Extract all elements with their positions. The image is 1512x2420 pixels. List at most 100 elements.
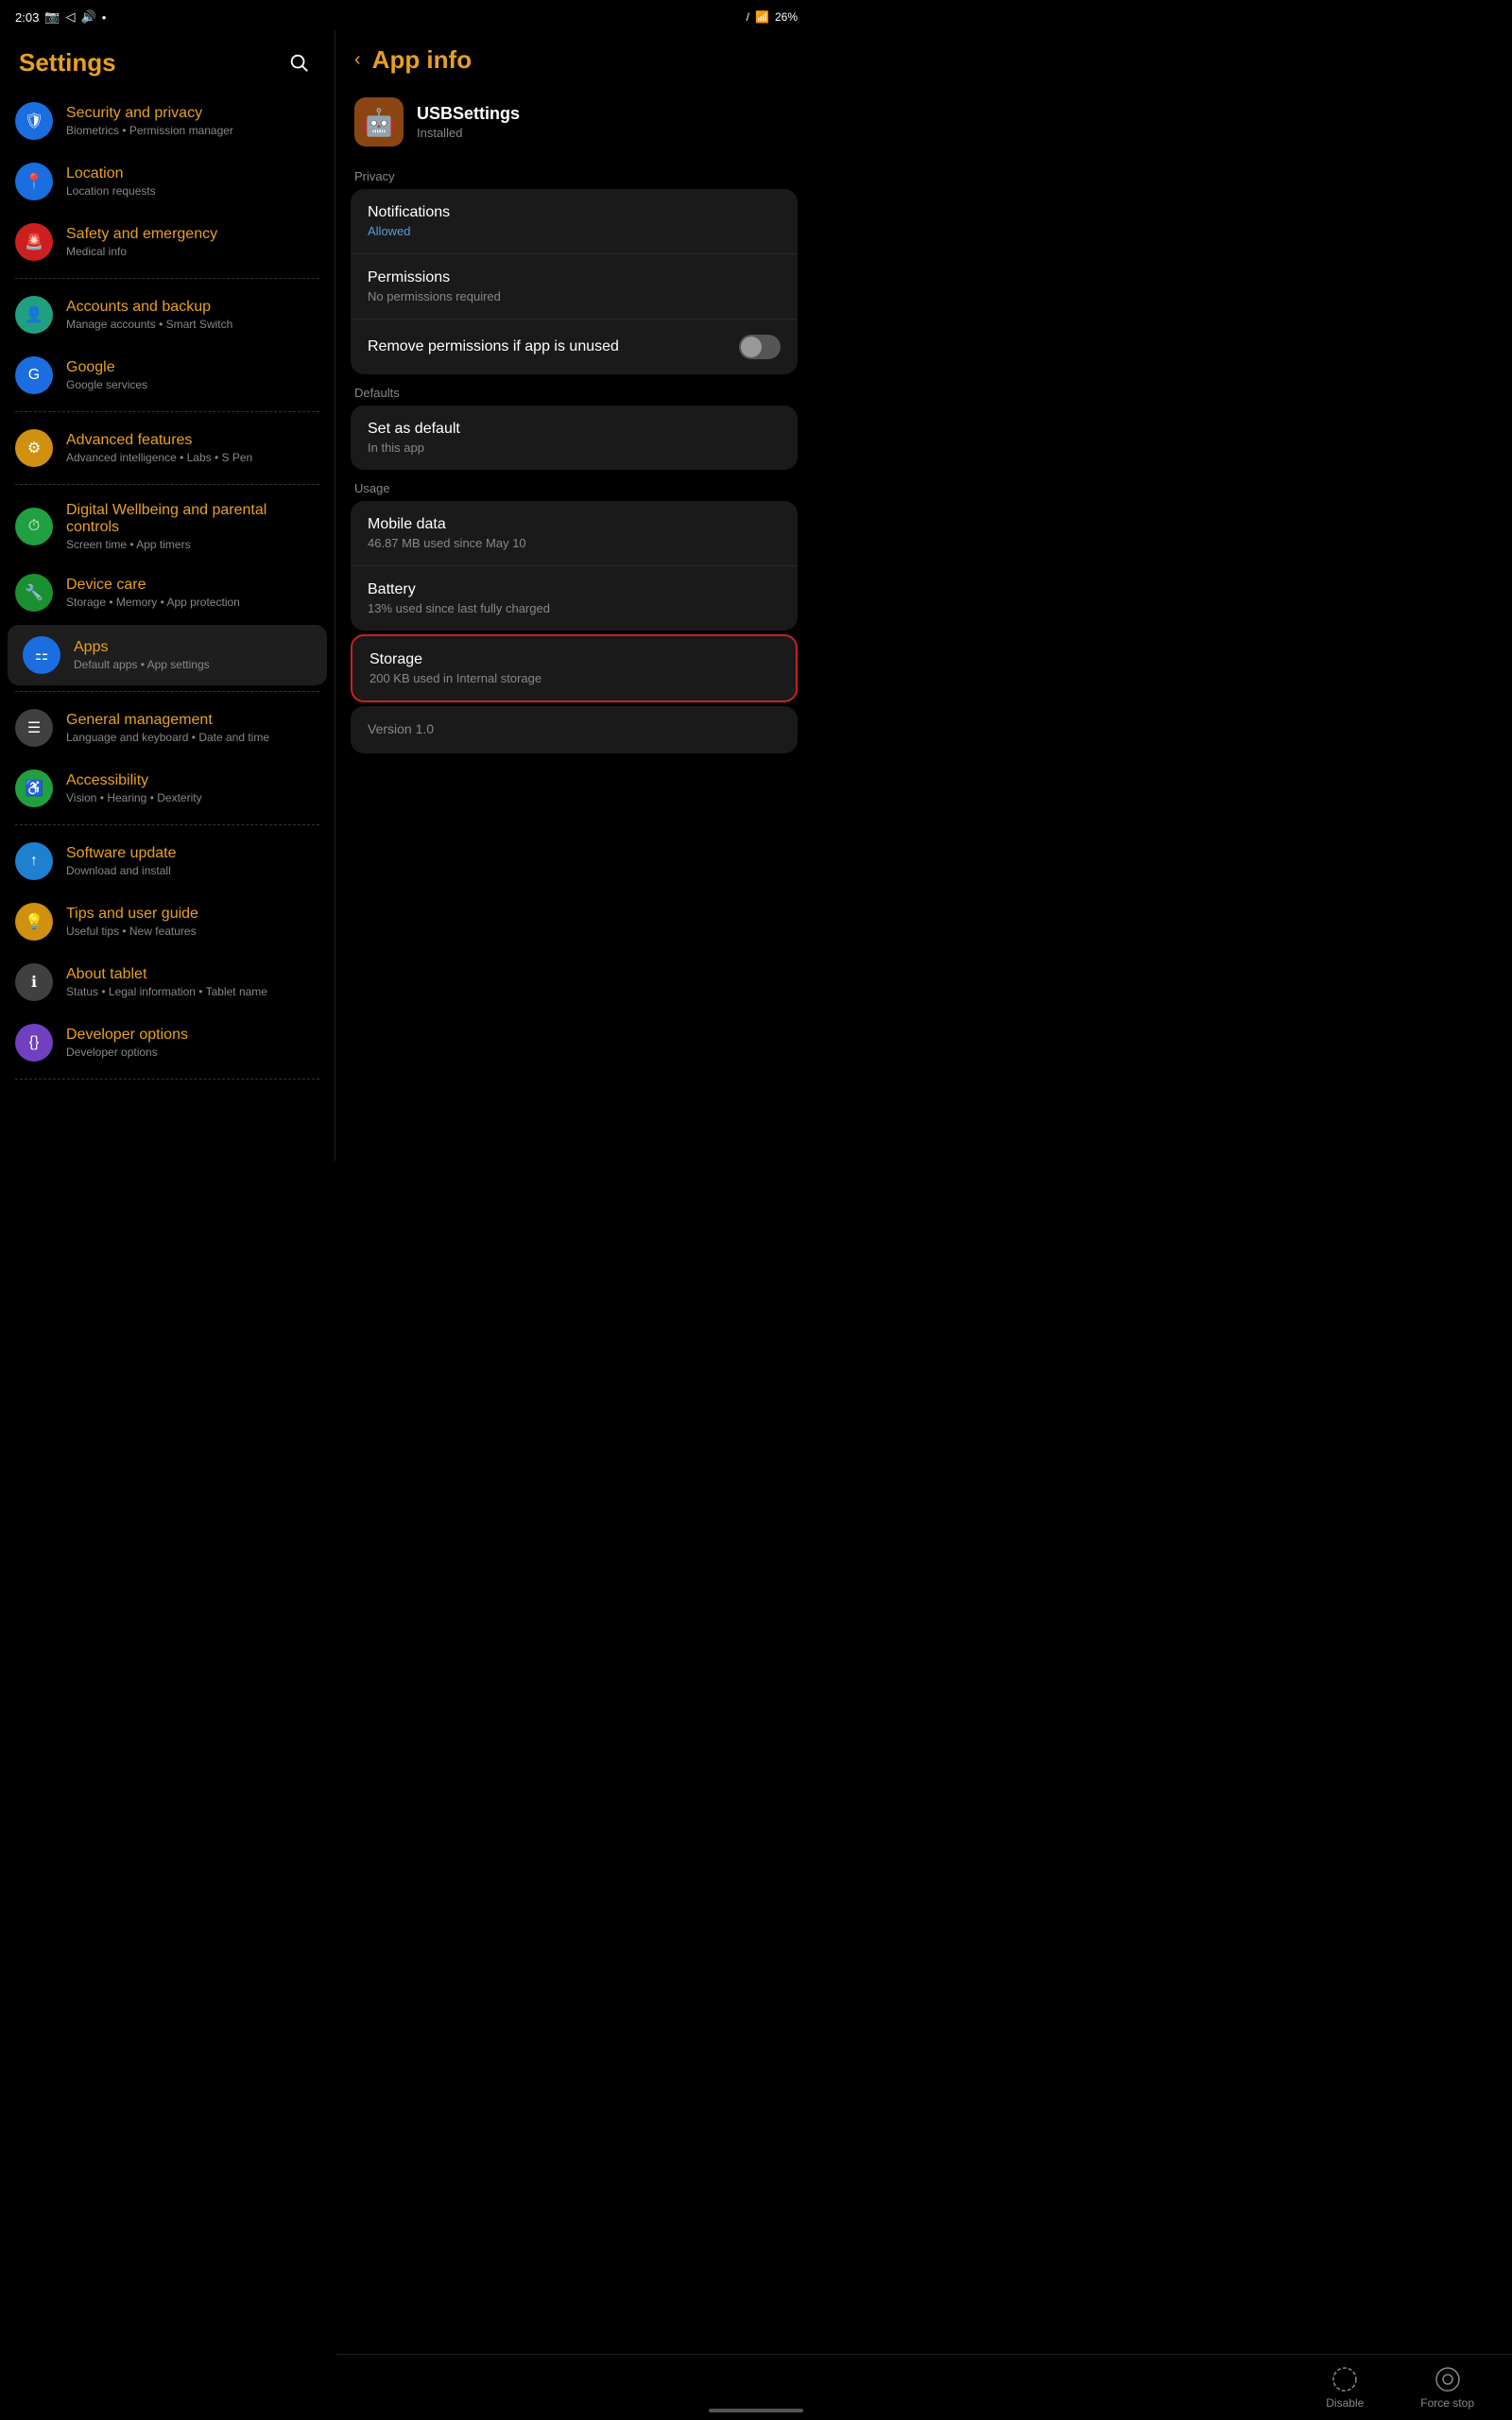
settings-icon-accessibility: ♿: [15, 769, 53, 807]
settings-item-text-location: Location Location requests: [66, 165, 319, 198]
defaults-card: Set as default In this app: [351, 406, 798, 470]
sidebar-item-accounts[interactable]: 👤 Accounts and backup Manage accounts • …: [0, 285, 335, 345]
sidebar-item-safety[interactable]: 🚨 Safety and emergency Medical info: [0, 212, 335, 272]
settings-item-title-google: Google: [66, 359, 319, 376]
battery-item[interactable]: Battery 13% used since last fully charge…: [351, 565, 798, 631]
app-name: USBSettings: [417, 104, 520, 124]
settings-item-title-wellbeing: Digital Wellbeing and parental controls: [66, 502, 319, 536]
storage-card[interactable]: Storage 200 KB used in Internal storage: [351, 634, 798, 702]
sidebar-item-developer[interactable]: {} Developer options Developer options: [0, 1012, 335, 1073]
sidebar-item-about[interactable]: ℹ About tablet Status • Legal informatio…: [0, 952, 335, 1012]
settings-icon-security: 🛡: [15, 102, 53, 140]
status-bar: 2:03 📷 ◁ 🔊 • / 📶 26%: [0, 0, 813, 30]
settings-item-subtitle-wellbeing: Screen time • App timers: [66, 538, 319, 551]
divider-after-developer: [15, 1079, 319, 1080]
settings-title: Settings: [19, 48, 116, 78]
settings-icon-about: ℹ: [15, 963, 53, 1001]
settings-icon-device-care: 🔧: [15, 574, 53, 612]
main-layout: Settings 🛡 Security and privacy Biometri…: [0, 30, 813, 1161]
sidebar-item-advanced[interactable]: ⚙ Advanced features Advanced intelligenc…: [0, 418, 335, 478]
set-as-default-subtitle: In this app: [368, 441, 781, 455]
sidebar-item-wellbeing[interactable]: ⏱ Digital Wellbeing and parental control…: [0, 491, 335, 562]
app-info-title: App info: [372, 45, 472, 75]
settings-item-title-tips: Tips and user guide: [66, 906, 319, 923]
settings-item-title-location: Location: [66, 165, 319, 182]
battery-subtitle: 13% used since last fully charged: [368, 601, 781, 615]
settings-item-text-software-update: Software update Download and install: [66, 845, 319, 877]
remove-permissions-toggle[interactable]: [739, 335, 781, 359]
sidebar-item-general[interactable]: ☰ General management Language and keyboa…: [0, 698, 335, 758]
sidebar-item-google[interactable]: G Google Google services: [0, 345, 335, 406]
version-card: Version 1.0: [351, 706, 798, 753]
disable-label: Disable: [1326, 2396, 1364, 2410]
home-indicator: [709, 2409, 803, 2412]
sidebar-item-apps[interactable]: ⚏ Apps Default apps • App settings: [8, 625, 327, 685]
sidebar-item-accessibility[interactable]: ♿ Accessibility Vision • Hearing • Dexte…: [0, 758, 335, 819]
battery-title: Battery: [368, 581, 781, 598]
settings-item-text-google: Google Google services: [66, 359, 319, 391]
settings-item-subtitle-advanced: Advanced intelligence • Labs • S Pen: [66, 451, 319, 464]
sidebar-item-tips[interactable]: 💡 Tips and user guide Useful tips • New …: [0, 891, 335, 952]
storage-item[interactable]: Storage 200 KB used in Internal storage: [352, 636, 796, 700]
divider-after-google: [15, 411, 319, 412]
privacy-card: Notifications Allowed Permissions No per…: [351, 189, 798, 374]
settings-item-title-safety: Safety and emergency: [66, 226, 319, 243]
app-identity-text: USBSettings Installed: [417, 104, 520, 140]
sidebar-item-location[interactable]: 📍 Location Location requests: [0, 151, 335, 212]
settings-icon-software-update: ↑: [15, 842, 53, 880]
settings-item-title-accessibility: Accessibility: [66, 772, 319, 789]
dot-icon: •: [102, 10, 107, 25]
back-button[interactable]: ‹: [354, 49, 361, 71]
bottom-nav: Disable Force stop: [335, 2354, 1512, 2420]
settings-list: 🛡 Security and privacy Biometrics • Perm…: [0, 91, 335, 1080]
settings-item-title-apps: Apps: [74, 639, 312, 656]
storage-title: Storage: [369, 651, 779, 668]
app-identity-row: 🤖 USBSettings Installed: [351, 90, 798, 162]
usage-section-label: Usage: [351, 474, 798, 501]
mobile-data-item[interactable]: Mobile data 46.87 MB used since May 10: [351, 501, 798, 565]
set-as-default-item[interactable]: Set as default In this app: [351, 406, 798, 470]
settings-item-text-about: About tablet Status • Legal information …: [66, 966, 319, 998]
settings-icon-advanced: ⚙: [15, 429, 53, 467]
settings-header: Settings: [0, 30, 335, 91]
app-status: Installed: [417, 126, 520, 140]
notifications-item[interactable]: Notifications Allowed: [351, 189, 798, 253]
settings-icon-safety: 🚨: [15, 223, 53, 261]
divider-after-safety: [15, 278, 319, 279]
status-left: 2:03 📷 ◁ 🔊 •: [15, 9, 106, 25]
settings-item-subtitle-about: Status • Legal information • Tablet name: [66, 985, 319, 998]
signal-icon: ◁: [66, 9, 76, 25]
remove-permissions-item[interactable]: Remove permissions if app is unused: [351, 319, 798, 374]
app-info-panel: ‹ App info 🤖 USBSettings Installed Priva…: [335, 30, 813, 1161]
mobile-data-title: Mobile data: [368, 516, 781, 533]
set-as-default-title: Set as default: [368, 421, 781, 438]
permissions-item[interactable]: Permissions No permissions required: [351, 253, 798, 319]
settings-icon-apps: ⚏: [23, 636, 60, 674]
force-stop-button[interactable]: Force stop: [1420, 2366, 1474, 2410]
settings-icon-developer: {}: [15, 1024, 53, 1062]
settings-item-subtitle-developer: Developer options: [66, 1046, 319, 1059]
sidebar-item-software-update[interactable]: ↑ Software update Download and install: [0, 831, 335, 891]
settings-item-text-safety: Safety and emergency Medical info: [66, 226, 319, 258]
force-stop-icon: [1435, 2366, 1461, 2393]
settings-item-subtitle-accessibility: Vision • Hearing • Dexterity: [66, 791, 319, 804]
settings-item-title-security: Security and privacy: [66, 105, 319, 122]
divider-after-advanced: [15, 484, 319, 485]
sidebar-item-device-care[interactable]: 🔧 Device care Storage • Memory • App pro…: [0, 562, 335, 623]
settings-item-title-device-care: Device care: [66, 577, 319, 594]
mobile-data-subtitle: 46.87 MB used since May 10: [368, 536, 781, 550]
search-button[interactable]: [282, 45, 316, 79]
remove-permissions-label: Remove permissions if app is unused: [368, 338, 619, 355]
disable-button[interactable]: Disable: [1326, 2366, 1364, 2410]
version-text: Version 1.0: [368, 721, 434, 736]
disable-icon: [1332, 2366, 1358, 2393]
settings-icon-google: G: [15, 356, 53, 394]
privacy-section-label: Privacy: [351, 162, 798, 189]
settings-item-title-about: About tablet: [66, 966, 319, 983]
settings-item-title-general: General management: [66, 712, 319, 729]
force-stop-label: Force stop: [1420, 2396, 1474, 2410]
permissions-subtitle: No permissions required: [368, 289, 781, 303]
settings-item-text-device-care: Device care Storage • Memory • App prote…: [66, 577, 319, 609]
sidebar-item-security[interactable]: 🛡 Security and privacy Biometrics • Perm…: [0, 91, 335, 151]
settings-item-text-general: General management Language and keyboard…: [66, 712, 319, 744]
